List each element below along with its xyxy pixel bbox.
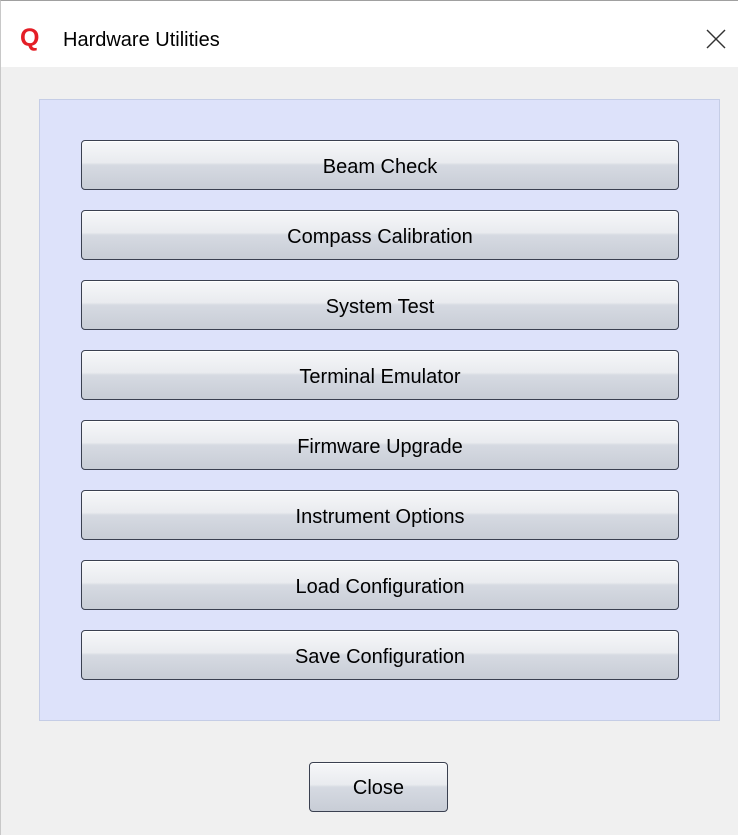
instrument-options-button[interactable]: Instrument Options (81, 490, 679, 540)
title-bar: Q Hardware Utilities (1, 1, 738, 67)
save-configuration-button[interactable]: Save Configuration (81, 630, 679, 680)
hardware-utilities-dialog: Q Hardware Utilities Beam Check Compass … (0, 0, 738, 835)
window-title: Hardware Utilities (63, 29, 220, 51)
terminal-emulator-button[interactable]: Terminal Emulator (81, 350, 679, 400)
load-configuration-button[interactable]: Load Configuration (81, 560, 679, 610)
compass-calibration-button[interactable]: Compass Calibration (81, 210, 679, 260)
system-test-button[interactable]: System Test (81, 280, 679, 330)
firmware-upgrade-button[interactable]: Firmware Upgrade (81, 420, 679, 470)
close-x-glyph (706, 29, 726, 49)
close-button[interactable]: Close (309, 762, 448, 812)
app-logo-icon: Q (20, 24, 40, 52)
utilities-panel: Beam Check Compass Calibration System Te… (39, 99, 720, 721)
close-icon[interactable] (701, 24, 731, 54)
dialog-body: Beam Check Compass Calibration System Te… (1, 67, 738, 835)
beam-check-button[interactable]: Beam Check (81, 140, 679, 190)
